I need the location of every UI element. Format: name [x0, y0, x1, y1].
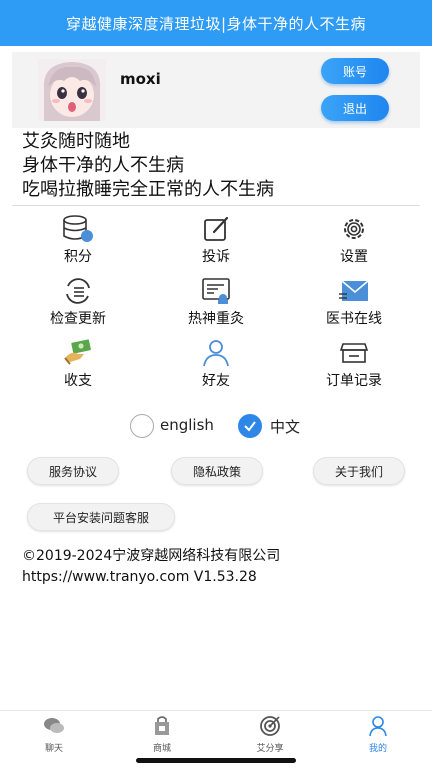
grid-item-medbook[interactable]: 医书在线 [294, 276, 414, 332]
slogan-line: 艾灸随时随地 [22, 131, 130, 152]
certificate-icon [202, 278, 230, 304]
slogan-line: 吃喝拉撒睡完全正常的人不生病 [22, 179, 274, 200]
header-title: 穿越健康深度清理垃圾|身体干净的人不生病 [65, 14, 367, 33]
chat-bubbles-icon [44, 718, 64, 733]
account-button[interactable]: 账号 [321, 58, 389, 84]
footer-info: ©2019-2024宁波穿越网络科技有限公司 https://www.trany… [22, 546, 280, 588]
url-version-text: https://www.tranyo.com V1.53.28 [22, 569, 257, 585]
radio-english[interactable] [130, 414, 154, 438]
bottom-tab-bar: 聊天 商城 艾分享 我的 [0, 710, 432, 760]
grid-item-friends[interactable]: 好友 [156, 338, 276, 394]
tab-chat[interactable]: 聊天 [24, 715, 84, 754]
language-selector: english 中文 [0, 412, 432, 440]
tab-label: 商城 [152, 744, 171, 754]
privacy-policy-button[interactable]: 隐私政策 [171, 457, 263, 485]
money-hand-icon [64, 339, 91, 365]
grid-label: 积分 [64, 249, 92, 265]
home-indicator [136, 758, 296, 763]
grid-item-complaint[interactable]: 投诉 [156, 214, 276, 270]
store-icon [339, 343, 369, 363]
tab-label: 我的 [368, 744, 387, 754]
tab-label: 聊天 [44, 744, 63, 754]
grid-item-finance[interactable]: 收支 [18, 338, 138, 394]
chinese-label[interactable]: 中文 [270, 416, 300, 437]
username: moxi [120, 70, 161, 88]
profile-card: moxi 账号 退出 [12, 52, 420, 128]
envelope-icon [339, 280, 369, 301]
database-coin-icon [63, 215, 93, 242]
edit-icon [204, 216, 229, 241]
grid-label: 订单记录 [326, 373, 382, 389]
grid-item-orders[interactable]: 订单记录 [294, 338, 414, 394]
logout-button[interactable]: 退出 [321, 95, 389, 121]
grid-label: 好友 [202, 373, 230, 389]
grid-item-points[interactable]: 积分 [18, 214, 138, 270]
grid-item-update[interactable]: 检查更新 [18, 276, 138, 332]
user-icon [203, 340, 229, 367]
gear-icon [344, 219, 364, 239]
english-label[interactable]: english [160, 416, 214, 434]
app-header: 穿越健康深度清理垃圾|身体干净的人不生病 [0, 0, 432, 46]
grid-item-settings[interactable]: 设置 [294, 214, 414, 270]
install-support-button[interactable]: 平台安装问题客服 [27, 503, 175, 531]
tab-mine[interactable]: 我的 [348, 715, 408, 754]
avatar[interactable] [38, 59, 106, 121]
slogan-line: 身体干净的人不生病 [22, 155, 184, 176]
grid-label: 投诉 [202, 249, 230, 265]
user-icon [369, 716, 387, 737]
target-icon [260, 716, 280, 736]
grid-label: 热神重灸 [188, 311, 244, 327]
grid-label: 检查更新 [50, 311, 106, 327]
about-us-button[interactable]: 关于我们 [313, 457, 405, 485]
grid-label: 设置 [340, 249, 368, 265]
grid-label: 收支 [64, 373, 92, 389]
grid-label: 医书在线 [326, 311, 382, 327]
refresh-list-icon [66, 278, 90, 304]
service-agreement-button[interactable]: 服务协议 [27, 457, 119, 485]
slogan-block: 艾灸随时随地 身体干净的人不生病 吃喝拉撒睡完全正常的人不生病 [22, 130, 274, 202]
divider [12, 205, 420, 206]
copyright-text: ©2019-2024宁波穿越网络科技有限公司 [22, 548, 281, 564]
radio-chinese[interactable] [238, 414, 262, 438]
tab-mall[interactable]: 商城 [132, 715, 192, 754]
grid-item-moxibustion[interactable]: 热神重灸 [156, 276, 276, 332]
tab-share[interactable]: 艾分享 [240, 715, 300, 754]
check-icon [244, 421, 256, 432]
shopping-bag-icon [155, 716, 169, 735]
tab-label: 艾分享 [256, 744, 284, 754]
